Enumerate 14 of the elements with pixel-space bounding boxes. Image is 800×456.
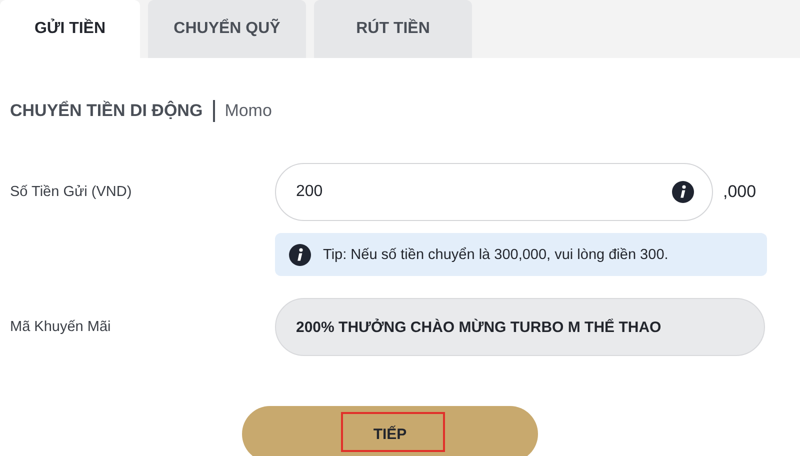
- field-label: Số Tiền Gửi (VND): [10, 184, 133, 200]
- tab[interactable]: RÚT TIỀN: [314, 0, 472, 58]
- amount-field[interactable]: 200: [275, 163, 713, 221]
- payment-method: Momo: [224, 101, 272, 121]
- tip-text: Tip: Nếu số tiền chuyển là 300,000, vui lòng điền 300.: [323, 246, 668, 262]
- promo-field[interactable]: 200% THƯỞNG CHÀO MỪNG TURBO M THỂ THAO: [275, 298, 765, 356]
- amount-suffix: ,000: [723, 182, 756, 202]
- info-icon: [289, 244, 311, 266]
- tab[interactable]: CHUYỂN QUỸ: [148, 0, 306, 58]
- info-icon: [672, 181, 694, 203]
- field-label: Mã Khuyến Mãi: [10, 319, 112, 335]
- section-title: CHUYỂN TIỀN DI ĐỘNG: [10, 101, 203, 121]
- next-button[interactable]: TIẾP: [242, 406, 538, 456]
- tab[interactable]: GỬI TIỀN: [0, 0, 140, 58]
